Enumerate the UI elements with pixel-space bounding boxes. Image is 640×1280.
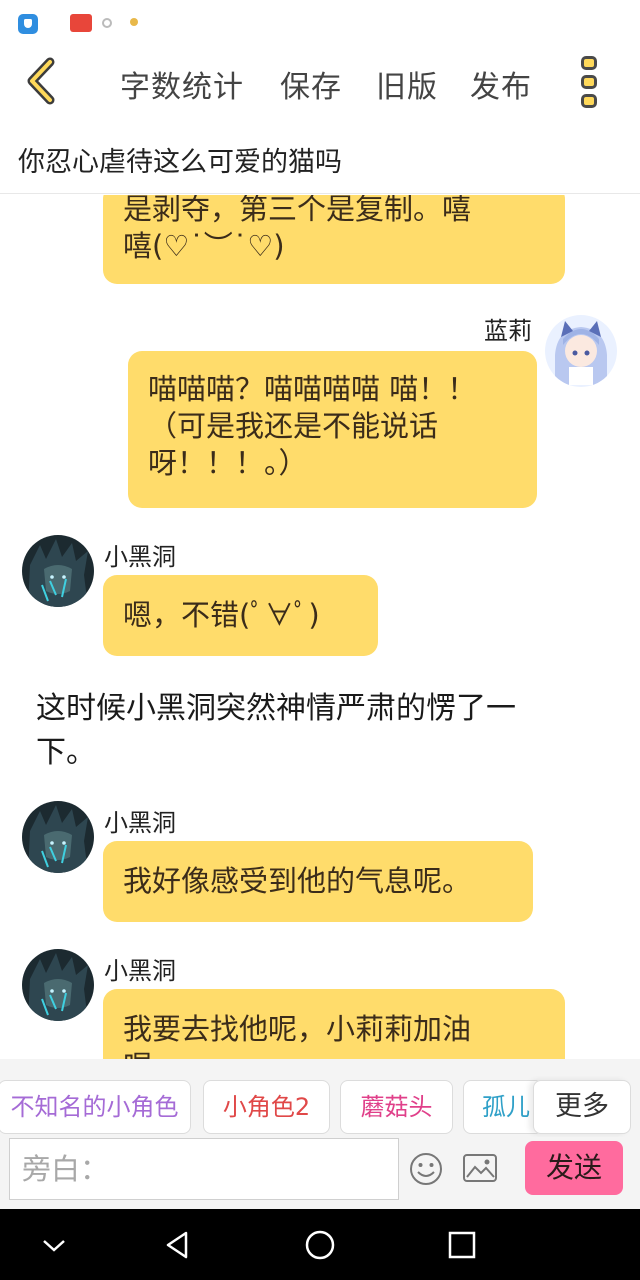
bubble-text-line: 嘻(♡˙︶˙♡): [123, 229, 285, 263]
bubble-text-line: 喵喵喵？喵喵喵喵 喵！！: [148, 372, 477, 406]
sender-name: 蓝莉: [484, 317, 532, 345]
character-chip[interactable]: 孤儿: [463, 1080, 543, 1134]
recents-square-icon[interactable]: [444, 1227, 480, 1263]
avatar-lanli[interactable]: [545, 315, 617, 387]
home-circle-icon[interactable]: [302, 1227, 338, 1263]
save-button[interactable]: 保存: [280, 62, 342, 106]
narration-line: 下。: [36, 735, 96, 770]
input-bar: 发送: [0, 1137, 640, 1209]
bubble-text-line: （可是我还是不能说话: [148, 409, 439, 443]
more-dot-icon: [581, 56, 597, 70]
chat-bubble[interactable]: 是剥夺，第三个是复制。嘻 嘻(♡˙︶˙♡): [103, 195, 565, 284]
narration-line: 这时候小黑洞突然神情严肃的愣了一: [36, 691, 516, 726]
chat-bubble[interactable]: 喵喵喵？喵喵喵喵 喵！！ （可是我还是不能说话 呀！！！。）: [128, 351, 537, 508]
send-button[interactable]: 发送: [525, 1141, 623, 1195]
character-label: 蘑菇头: [360, 1093, 433, 1121]
story-title: 你忍心虐待这么可爱的猫吗: [18, 147, 342, 178]
avatar-image: [22, 535, 94, 607]
character-label: 不知名的小角色: [10, 1093, 179, 1121]
insert-image-button[interactable]: [462, 1153, 498, 1185]
bubble-text-line: 嗯，不错(ﾟ∀ﾟ): [123, 598, 320, 632]
sender-name: 小黑洞: [104, 957, 176, 985]
avatar-xiaoheidong[interactable]: [22, 801, 94, 873]
bubble-text-line: 是剥夺，第三个是复制。嘻: [123, 195, 472, 226]
more-menu-button[interactable]: [576, 54, 602, 110]
word-count-button[interactable]: 字数统计: [120, 62, 244, 106]
avatar-image: [22, 949, 94, 1021]
avatar-image: [22, 801, 94, 873]
chat-bubble[interactable]: 嗯，不错(ﾟ∀ﾟ): [103, 575, 378, 656]
avatar-image: [545, 315, 617, 387]
avatar-xiaoheidong[interactable]: [22, 535, 94, 607]
chat-area[interactable]: 是剥夺，第三个是复制。嘻 嘻(♡˙︶˙♡) 蓝莉 喵喵喵？喵喵喵喵 喵！！ （可…: [0, 195, 640, 1059]
more-characters-button[interactable]: 更多: [533, 1080, 631, 1134]
character-label: 孤儿: [482, 1093, 530, 1121]
bubble-text-line: 我要去找他呢，小莉莉加油: [123, 1012, 472, 1046]
editor-toolbar: 字数统计 保存 旧版 发布: [0, 46, 640, 120]
system-nav-bar: [0, 1209, 640, 1280]
character-chip[interactable]: 不知名的小角色: [0, 1080, 191, 1134]
news-app-icon: [70, 14, 92, 32]
chat-bubble[interactable]: 我好像感受到他的气息呢。: [103, 841, 533, 922]
narration-input[interactable]: [9, 1138, 399, 1200]
old-version-button[interactable]: 旧版: [376, 62, 438, 106]
status-bar: [0, 0, 640, 46]
more-dot-icon: [581, 75, 597, 89]
sender-name: 小黑洞: [104, 809, 176, 837]
bubble-text-line: 喔: [123, 1048, 545, 1059]
narration-text[interactable]: 这时候小黑洞突然神情严肃的愣了一 下。: [36, 687, 596, 775]
notification-dot-icon: [130, 18, 138, 26]
story-title-bar[interactable]: 你忍心虐待这么可爱的猫吗: [0, 120, 640, 194]
chat-bubble[interactable]: 我要去找他呢，小莉莉加油 喔: [103, 989, 565, 1059]
more-dot-icon: [581, 94, 597, 108]
smiley-icon: [410, 1153, 442, 1185]
back-triangle-icon[interactable]: [160, 1227, 196, 1263]
character-chip[interactable]: 蘑菇头: [340, 1080, 453, 1134]
back-button[interactable]: [18, 56, 68, 106]
avatar-xiaoheidong[interactable]: [22, 949, 94, 1021]
image-icon: [463, 1154, 497, 1182]
character-chip[interactable]: 小角色2: [203, 1080, 330, 1134]
bubble-text-line: 我好像感受到他的气息呢。: [123, 864, 472, 898]
sender-name: 小黑洞: [104, 543, 176, 571]
chevron-down-icon[interactable]: [36, 1227, 72, 1263]
publish-button[interactable]: 发布: [470, 62, 532, 106]
notification-icon: [102, 18, 112, 28]
character-selector: 不知名的小角色 小角色2 蘑菇头 孤儿 更多: [0, 1059, 640, 1137]
chevron-left-icon: [27, 57, 55, 105]
shield-app-icon: [18, 14, 38, 34]
character-label: 小角色2: [222, 1093, 311, 1121]
bubble-text-line: 呀！！！。）: [148, 446, 308, 480]
emoji-button[interactable]: [408, 1151, 444, 1187]
